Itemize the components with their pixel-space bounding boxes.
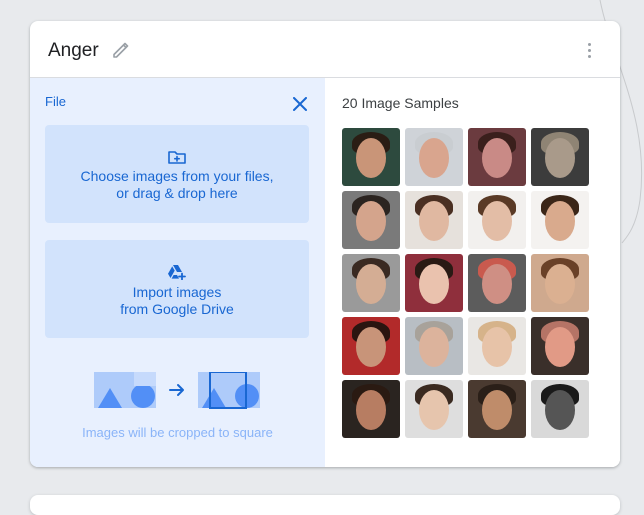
close-icon[interactable]	[293, 97, 307, 111]
file-label: File	[45, 94, 66, 109]
next-class-card	[30, 495, 620, 515]
sample-thumbnail[interactable]	[342, 128, 400, 186]
card-header: Anger	[30, 21, 620, 78]
sample-thumbnail[interactable]	[468, 317, 526, 375]
thumbnail-face	[419, 327, 449, 367]
crop-note: Images will be cropped to square	[82, 425, 273, 440]
thumbnail-face	[545, 327, 575, 367]
sample-thumbnail[interactable]	[531, 128, 589, 186]
sample-thumbnail[interactable]	[468, 191, 526, 249]
thumbnail-face	[545, 138, 575, 178]
folder-add-icon	[168, 151, 186, 164]
samples-count-title: 20 Image Samples	[342, 95, 459, 111]
sample-thumbnail[interactable]	[405, 191, 463, 249]
sample-thumbnail[interactable]	[531, 254, 589, 312]
google-drive-add-icon	[168, 265, 186, 280]
sample-thumbnail[interactable]	[468, 128, 526, 186]
thumbnail-face	[545, 264, 575, 304]
choose-files-button[interactable]: Choose images from your files, or drag &…	[45, 125, 309, 223]
class-card: Anger File Choose images from your files…	[30, 21, 620, 467]
more-vert-icon[interactable]	[583, 41, 595, 61]
thumbnail-face	[356, 264, 386, 304]
thumbnail-face	[545, 201, 575, 241]
drive-line1: Import images	[132, 284, 222, 300]
sample-thumbnail[interactable]	[405, 380, 463, 438]
choose-files-line1: Choose images from your files,	[80, 168, 274, 184]
sample-thumbnail[interactable]	[405, 128, 463, 186]
sample-thumbnail[interactable]	[342, 254, 400, 312]
arrow-right-icon	[169, 384, 184, 396]
thumbnail-face	[482, 264, 512, 304]
pencil-icon[interactable]	[111, 40, 131, 60]
thumbnail-face	[356, 138, 386, 178]
thumbnail-face	[545, 390, 575, 430]
crop-illustration	[94, 372, 260, 409]
samples-panel: 20 Image Samples	[325, 78, 620, 467]
sample-thumbnail[interactable]	[342, 317, 400, 375]
sample-thumbnail[interactable]	[342, 380, 400, 438]
upload-panel: File Choose images from your files, or d…	[30, 78, 325, 467]
drive-line2: from Google Drive	[120, 301, 234, 317]
sample-thumbnail[interactable]	[531, 380, 589, 438]
thumbnail-face	[356, 201, 386, 241]
sample-thumbnail[interactable]	[468, 380, 526, 438]
thumbnail-face	[482, 201, 512, 241]
sample-thumbnail[interactable]	[531, 191, 589, 249]
choose-files-line2: or drag & drop here	[116, 185, 238, 201]
samples-grid	[342, 128, 589, 438]
thumbnail-face	[356, 327, 386, 367]
sample-thumbnail[interactable]	[468, 254, 526, 312]
sample-thumbnail[interactable]	[405, 254, 463, 312]
sample-thumbnail[interactable]	[405, 317, 463, 375]
thumbnail-face	[482, 327, 512, 367]
class-name-title[interactable]: Anger	[48, 40, 99, 62]
thumbnail-face	[482, 138, 512, 178]
thumbnail-face	[419, 201, 449, 241]
google-drive-button[interactable]: Import images from Google Drive	[45, 240, 309, 338]
thumbnail-face	[419, 138, 449, 178]
thumbnail-face	[482, 390, 512, 430]
thumbnail-face	[419, 264, 449, 304]
sample-thumbnail[interactable]	[342, 191, 400, 249]
thumbnail-face	[419, 390, 449, 430]
thumbnail-face	[356, 390, 386, 430]
sample-thumbnail[interactable]	[531, 317, 589, 375]
